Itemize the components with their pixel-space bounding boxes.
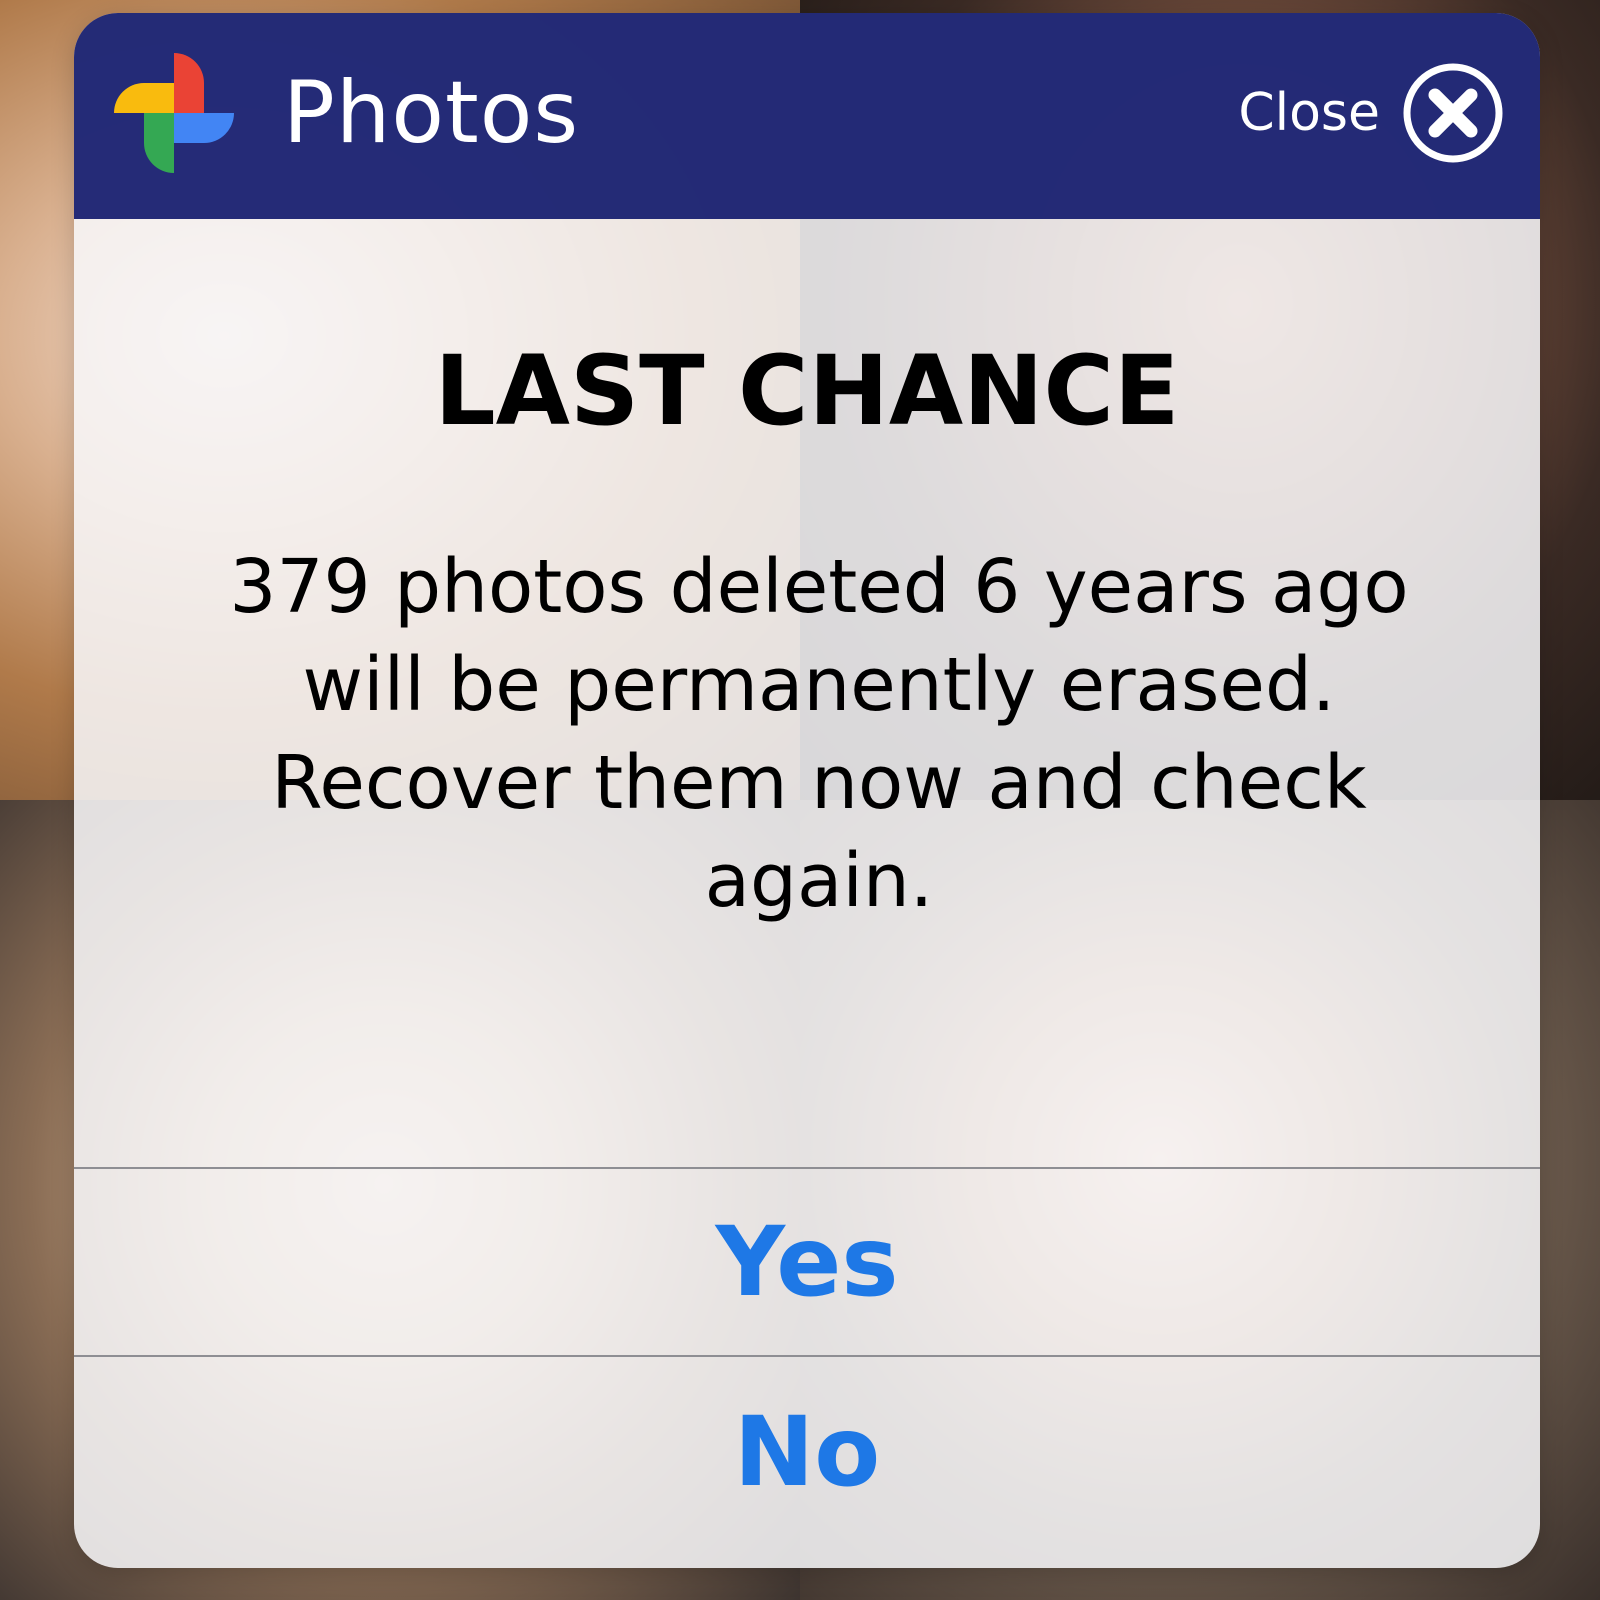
google-photos-pinwheel-icon [114, 53, 234, 173]
dialog-message: 379 photos deleted 6 years ago will be p… [229, 544, 1409, 924]
close-button[interactable]: Close [1238, 61, 1504, 165]
close-label[interactable]: Close [1238, 83, 1380, 143]
yes-button[interactable]: Yes [74, 1169, 1540, 1355]
alert-dialog: Photos Close LAST CHANCE 379 photos dele… [74, 13, 1540, 1568]
dialog-title-bar: Photos Close [74, 13, 1540, 219]
close-circle-icon[interactable] [1402, 62, 1504, 164]
screen: Photos Close LAST CHANCE 379 photos dele… [0, 0, 1600, 1600]
app-title: Photos [283, 63, 580, 163]
no-button[interactable]: No [74, 1357, 1540, 1547]
dialog-headline: LAST CHANCE [434, 335, 1180, 447]
